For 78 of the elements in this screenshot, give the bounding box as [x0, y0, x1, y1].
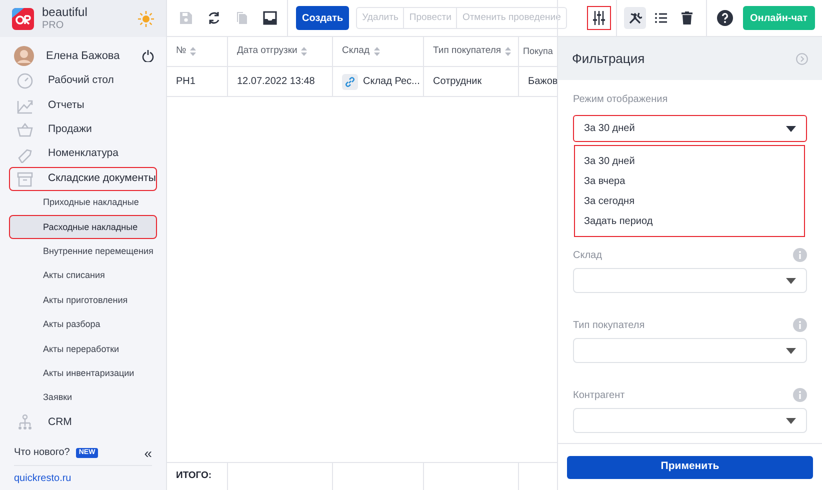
trash-icon: [680, 11, 694, 25]
field-label: Тип покупателя: [573, 318, 645, 332]
sidebar-item[interactable]: Продажи: [10, 118, 156, 141]
sort-icon: [190, 47, 196, 56]
sidebar-item[interactable]: CRM: [10, 411, 156, 434]
column-header[interactable]: Тип покупателя: [424, 37, 519, 66]
table-cell-text: 12.07.2022 13:48: [237, 75, 315, 89]
dropdown-option[interactable]: За вчера: [575, 171, 804, 191]
table-cell-text: РН1: [176, 75, 196, 89]
hammer-wrench-icon: [628, 11, 642, 25]
sidebar-subitem[interactable]: Акты приготовления: [10, 290, 156, 312]
basket-icon: [16, 120, 34, 139]
gauge-icon: [16, 72, 34, 90]
inbox-icon: [263, 11, 277, 25]
table-cell-text: Сотрудник: [433, 75, 482, 89]
column-header[interactable]: №: [167, 37, 228, 66]
sliders-icon: [592, 11, 606, 25]
table-cell-text: Бажов: [528, 75, 557, 89]
plan-label: PRO: [42, 20, 65, 32]
help-button[interactable]: [717, 10, 733, 26]
chevron-circle-icon: [796, 52, 808, 64]
hammer-wrench-button[interactable]: [624, 7, 646, 29]
sort-icon: [505, 47, 512, 56]
total-label: ИТОГО:: [176, 469, 212, 484]
caret-down-icon: [786, 126, 796, 132]
field-label: Контрагент: [573, 388, 625, 402]
dropdown-option[interactable]: Задать период: [575, 211, 804, 231]
archive-box-icon: [16, 170, 34, 188]
create-button[interactable]: Создать: [296, 6, 350, 30]
panel-title: Фильтрация: [572, 50, 645, 68]
question-mark-icon: [717, 10, 733, 26]
apply-button[interactable]: Применить: [567, 456, 813, 478]
info-icon: [793, 388, 807, 402]
display-mode-select[interactable]: За 30 дней: [573, 115, 807, 142]
sort-icon: [301, 47, 308, 56]
copy-icon: [235, 11, 249, 25]
collapse-sidebar-button[interactable]: «: [144, 446, 152, 460]
sidebar-item[interactable]: Рабочий стол: [10, 70, 156, 92]
column-header[interactable]: Дата отгрузки: [228, 37, 333, 66]
link-icon: [342, 74, 358, 90]
power-icon: [142, 50, 154, 62]
info-icon: [793, 248, 807, 262]
sidebar-item[interactable]: Отчеты: [10, 94, 156, 117]
caret-down-icon: [786, 278, 796, 284]
filter-sliders-button[interactable]: [588, 7, 610, 29]
sidebar-subitem[interactable]: Акты переработки: [10, 338, 156, 360]
sidebar-subitem[interactable]: Акты списания: [10, 265, 156, 288]
field-label: Склад: [573, 248, 602, 262]
avatar-icon: [14, 46, 34, 66]
table-cell-text: Склад Рес...: [363, 75, 420, 89]
sidebar-subitem[interactable]: Акты разбора: [10, 314, 156, 336]
brand-name: beautiful: [42, 4, 88, 20]
sidebar-item[interactable]: Номенклатура: [10, 143, 156, 166]
sidebar-subitem[interactable]: Внутренние перемещения: [10, 240, 156, 263]
sort-icon: [374, 47, 380, 56]
sidebar-subitem[interactable]: Акты инвентаризации: [10, 362, 156, 385]
refresh-icon: [207, 11, 221, 25]
column-header[interactable]: Склад: [333, 37, 424, 66]
refresh-button[interactable]: [207, 11, 221, 25]
hierarchy-icon: [16, 413, 34, 432]
sidebar-subitem[interactable]: Расходные накладные: [10, 216, 156, 238]
caret-down-icon: [786, 418, 796, 424]
inbox-button[interactable]: [263, 11, 277, 25]
field-label: Режим отображения: [573, 93, 669, 106]
whats-new-link[interactable]: Что нового?: [14, 445, 70, 460]
sidebar-subitem[interactable]: Приходные накладные: [10, 192, 156, 214]
caret-down-icon: [786, 348, 796, 354]
info-icon: [793, 318, 807, 332]
user-name: Елена Бажова: [46, 48, 121, 64]
dropdown-option[interactable]: За сегодня: [575, 191, 804, 211]
logo-icon: [12, 8, 34, 30]
list-icon: [654, 11, 668, 25]
dropdown-option[interactable]: За 30 дней: [575, 151, 804, 171]
sidebar-subitem[interactable]: Заявки: [10, 387, 156, 410]
site-link[interactable]: quickresto.ru: [14, 466, 152, 490]
column-header[interactable]: Покупа: [519, 37, 557, 66]
sun-icon: [138, 10, 154, 26]
sidebar-item[interactable]: Складские документы: [10, 168, 156, 190]
